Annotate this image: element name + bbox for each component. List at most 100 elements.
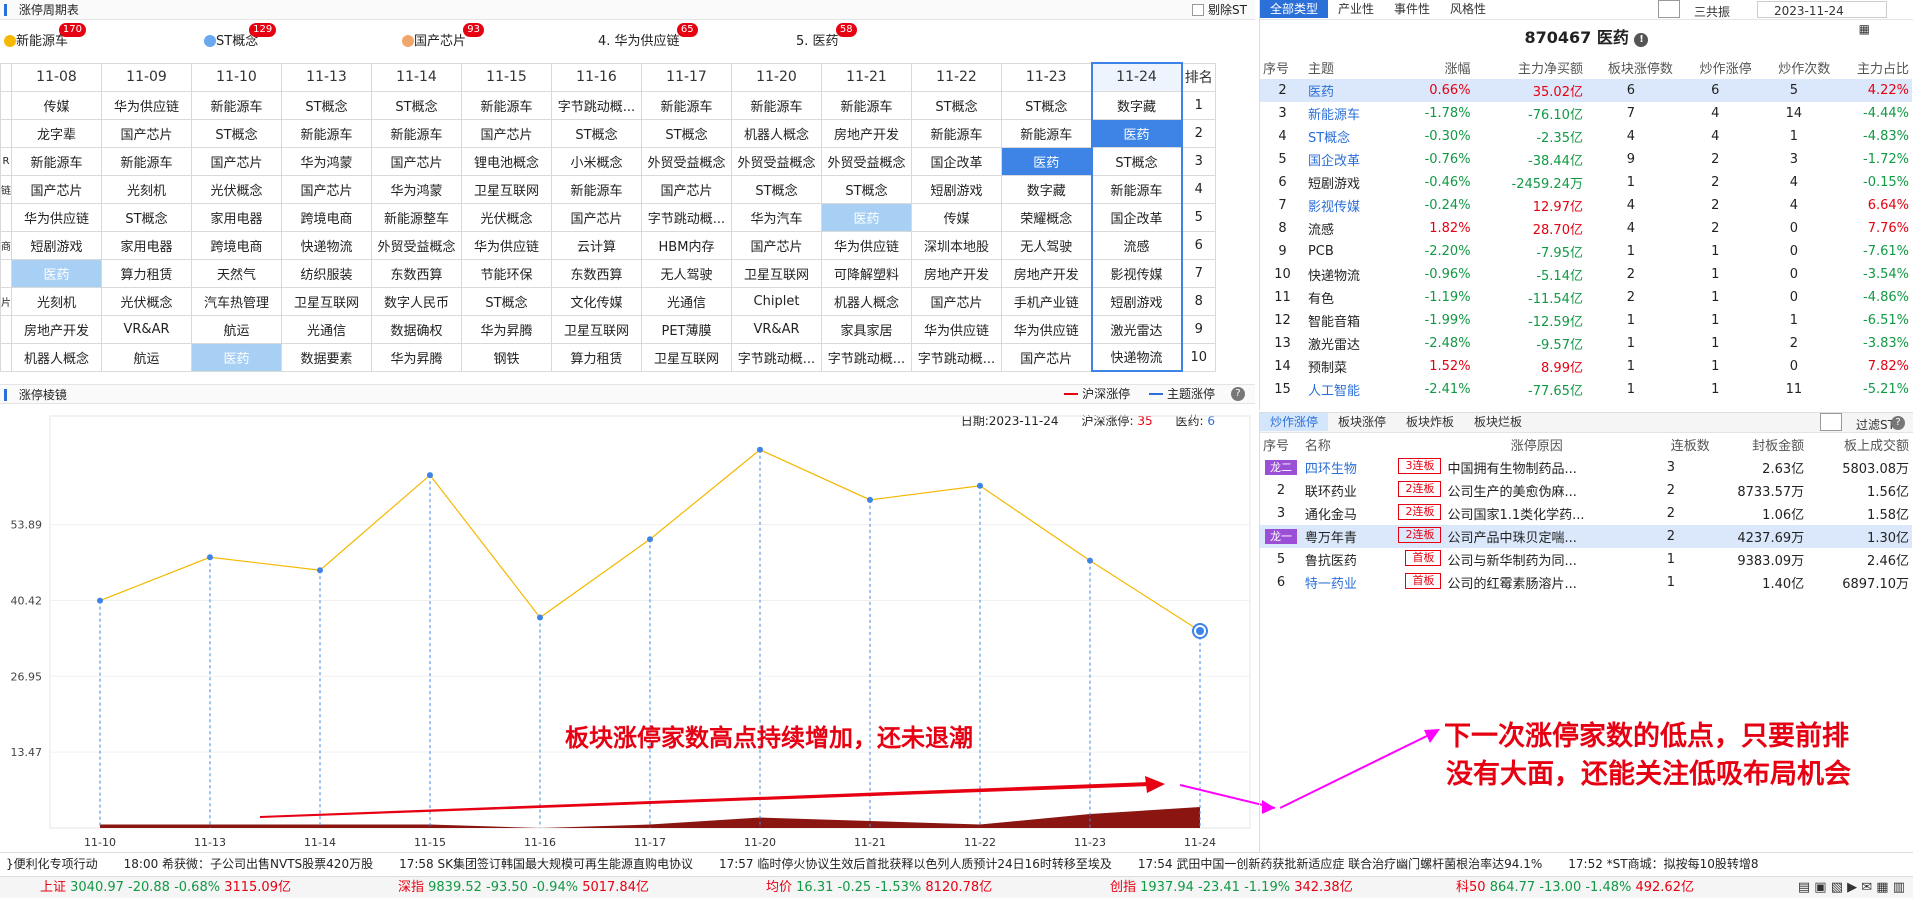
theme-cell[interactable]: 新能源车 (731, 90, 822, 120)
calendar-icon[interactable]: ▦ (1849, 20, 1880, 38)
column-header[interactable]: 连板数 (1629, 433, 1713, 456)
stock-name[interactable]: 通化金马 (1305, 508, 1357, 523)
theme-cell[interactable]: VR&AR (101, 314, 192, 344)
news-item[interactable]: 17:57 临时停火协议生效后首批获释以色列人质预计24日16时转移至埃及 (719, 857, 1112, 871)
date-header[interactable]: 11-10 (191, 62, 282, 92)
theme-cell[interactable]: 新能源车 (281, 118, 372, 148)
theme-cell[interactable]: 房地产开发 (1001, 258, 1092, 288)
table-row[interactable]: 3 新能源车 -1.78% -76.10亿 7 4 14 -4.44% (1260, 102, 1912, 125)
news-item[interactable]: 17:58 SK集团签订韩国最大规模可再生能源直购电协议 (399, 857, 693, 871)
theme-cell[interactable]: 外贸受益概念 (641, 146, 732, 176)
theme-cell[interactable]: 锂电池概念 (461, 146, 552, 176)
theme-cell[interactable]: 新能源车 (101, 146, 192, 176)
table-row[interactable]: 龙一 粤万年青 2连板 公司产品中珠贝定喘... 2 4237.69万 1.30亿 (1260, 525, 1912, 548)
theme-cell[interactable]: 传媒 (911, 202, 1002, 232)
theme-cell[interactable]: 字节跳动概... (911, 342, 1002, 372)
news-item[interactable]: 17:52 *ST商城：拟按每10股转增8 (1568, 857, 1758, 871)
theme-cell[interactable]: ST概念 (1090, 146, 1183, 176)
theme-cell[interactable]: 医药 (11, 258, 102, 288)
theme-cell[interactable]: 数字藏 (1001, 174, 1092, 204)
theme-cell[interactable]: ST概念 (371, 90, 462, 120)
theme-cell[interactable]: 激光雷达 (1090, 314, 1183, 344)
theme-cell[interactable]: 新能源整车 (371, 202, 462, 232)
theme-cell[interactable]: ST概念 (821, 174, 912, 204)
theme-cell[interactable]: 卫星互联网 (551, 314, 642, 344)
theme-cell[interactable]: ST概念 (641, 118, 732, 148)
theme-cell[interactable]: 天然气 (191, 258, 282, 288)
theme-cell[interactable]: 汽车热管理 (191, 286, 282, 316)
theme-cell[interactable]: 新能源车 (1001, 118, 1092, 148)
theme-rank-item[interactable]: 新能源车 170 (4, 23, 87, 49)
theme-cell[interactable]: 字节跳动概... (551, 90, 642, 120)
theme-cell[interactable]: 国产芯片 (191, 146, 282, 176)
theme-cell[interactable]: 医药 (1090, 118, 1183, 148)
theme-cell[interactable]: VR&AR (731, 314, 822, 344)
theme-cell[interactable]: ST概念 (911, 90, 1002, 120)
column-header[interactable]: 涨停原因 (1444, 433, 1628, 456)
theme-cell[interactable]: 国企改革 (1090, 202, 1183, 232)
index-item[interactable]: 均价 16.31 -0.25 -1.53% 8120.78亿 (766, 877, 992, 898)
theme-cell[interactable]: 华为供应链 (101, 90, 192, 120)
date-header[interactable]: 11-21 (821, 62, 912, 92)
theme-cell[interactable]: 华为昇腾 (461, 314, 552, 344)
theme-cell[interactable]: 节能环保 (461, 258, 552, 288)
column-header[interactable]: 主力净买额 (1474, 56, 1586, 79)
theme-cell[interactable]: 国产芯片 (911, 286, 1002, 316)
theme-cell[interactable]: ST概念 (461, 286, 552, 316)
theme-cell[interactable]: 卫星互联网 (731, 258, 822, 288)
table-row[interactable]: 12 智能音箱 -1.99% -12.59亿 1 1 1 -6.51% (1260, 309, 1912, 332)
theme-cell[interactable]: 深圳本地股 (911, 230, 1002, 260)
theme-cell[interactable]: 光伏概念 (101, 286, 192, 316)
theme-cell[interactable]: 云计算 (551, 230, 642, 260)
theme-cell[interactable]: 外贸受益概念 (371, 230, 462, 260)
column-header[interactable]: 序号 (1260, 433, 1302, 456)
theme-cell[interactable]: 手机产业链 (1001, 286, 1092, 316)
theme-cell[interactable]: 航运 (101, 342, 192, 372)
theme-cell[interactable]: 卫星互联网 (641, 342, 732, 372)
date-header[interactable]: 11-17 (641, 62, 732, 92)
stock-name[interactable]: 粤万年青 (1305, 531, 1357, 546)
theme-cell[interactable]: 家用电器 (191, 202, 282, 232)
theme-cell[interactable]: 小米概念 (551, 146, 642, 176)
stock-name[interactable]: 联环药业 (1305, 485, 1357, 500)
theme-cell[interactable]: 钢铁 (461, 342, 552, 372)
exclude-st-toggle[interactable]: 剔除ST (1192, 0, 1247, 20)
theme-cell[interactable]: ST概念 (191, 118, 282, 148)
theme-cell[interactable]: 新能源车 (911, 118, 1002, 148)
theme-cell[interactable]: 传媒 (11, 90, 102, 120)
theme-cell[interactable]: 医药 (191, 342, 282, 372)
index-item[interactable]: 上证 3040.97 -20.88 -0.68% 3115.09亿 (40, 877, 291, 898)
info-icon[interactable]: ! (1634, 33, 1649, 47)
theme-cell[interactable]: 新能源车 (821, 90, 912, 120)
theme-cell[interactable]: 航运 (191, 314, 282, 344)
table-row[interactable]: 2 医药 0.66% 35.02亿 6 6 5 4.22% (1260, 79, 1912, 102)
theme-cell[interactable]: 华为汽车 (731, 202, 822, 232)
index-item[interactable]: 深指 9839.52 -93.50 -0.94% 5017.84亿 (398, 877, 649, 898)
tray-icons[interactable]: ▤ ▣ ▧ ▶ ✉ ▦ ▥ (1798, 877, 1905, 898)
theme-cell[interactable]: 华为供应链 (821, 230, 912, 260)
sanggongzhen-toggle[interactable]: 三共振 (1658, 0, 1740, 19)
theme-cell[interactable]: 房地产开发 (911, 258, 1002, 288)
tab-all-types[interactable]: 全部类型 (1260, 0, 1329, 18)
theme-cell[interactable]: 数据要素 (281, 342, 372, 372)
theme-cell[interactable]: 华为昇腾 (371, 342, 462, 372)
table-row[interactable]: 9 PCB -2.20% -7.95亿 1 1 0 -7.61% (1260, 240, 1912, 263)
theme-cell[interactable]: 光伏概念 (461, 202, 552, 232)
tab-sector-limit-up[interactable]: 板块涨停 (1328, 413, 1396, 431)
theme-cell[interactable]: 无人驾驶 (1001, 230, 1092, 260)
theme-cell[interactable]: 家用电器 (101, 230, 192, 260)
theme-cell[interactable]: 华为供应链 (11, 202, 102, 232)
theme-cell[interactable]: 外贸受益概念 (731, 146, 822, 176)
theme-cell[interactable]: 可降解塑料 (821, 258, 912, 288)
theme-cell[interactable]: 字节跳动概... (821, 342, 912, 372)
tab-event[interactable]: 事件性 (1384, 0, 1440, 18)
theme-cell[interactable]: 医药 (821, 202, 912, 232)
table-row[interactable]: 13 激光雷达 -2.48% -9.57亿 1 1 2 -3.83% (1260, 332, 1912, 355)
theme-cell[interactable]: 新能源车 (461, 90, 552, 120)
tab-hype-limit-up[interactable]: 炒作涨停 (1260, 413, 1329, 431)
theme-cell[interactable]: 房地产开发 (11, 314, 102, 344)
theme-cell[interactable]: 龙字辈 (11, 118, 102, 148)
column-header[interactable]: 炒作涨停 (1676, 56, 1755, 79)
theme-cell[interactable]: 国产芯片 (551, 202, 642, 232)
theme-rank-item[interactable]: 国产芯片 93 (402, 23, 485, 49)
